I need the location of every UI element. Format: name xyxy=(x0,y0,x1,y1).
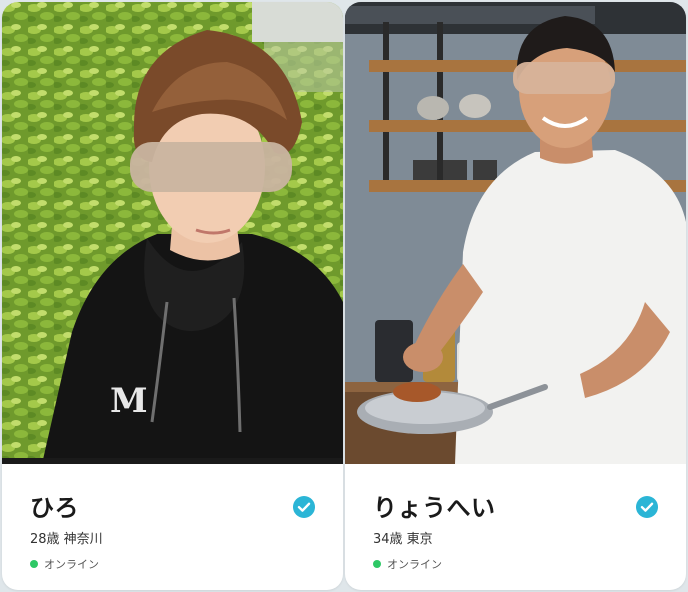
profile-photo[interactable]: M xyxy=(2,2,343,464)
profile-card[interactable]: りょうへい 34歳 東京 オンライン xyxy=(345,2,686,590)
profile-info: ひろ 28歳 神奈川 オンライン xyxy=(2,464,343,590)
svg-text:M: M xyxy=(110,381,148,421)
profile-card[interactable]: M ひろ 28歳 神奈川 オンライン xyxy=(2,2,343,590)
online-status: オンライン xyxy=(30,556,99,572)
verified-check-icon xyxy=(636,496,658,518)
online-status-label: オンライン xyxy=(387,558,442,571)
profile-grid: M ひろ 28歳 神奈川 オンライン りょうへい 34歳 東京 オンライン xyxy=(0,0,688,592)
online-dot-icon xyxy=(30,560,38,568)
online-dot-icon xyxy=(373,560,381,568)
online-status-label: オンライン xyxy=(44,558,99,571)
online-status: オンライン xyxy=(373,556,442,572)
profile-name: りょうへい xyxy=(373,494,496,522)
profile-info: りょうへい 34歳 東京 オンライン xyxy=(345,464,686,590)
profile-age-location: 28歳 神奈川 xyxy=(30,532,103,547)
profile-age-location: 34歳 東京 xyxy=(373,532,433,547)
profile-photo[interactable] xyxy=(345,2,686,464)
verified-check-icon xyxy=(293,496,315,518)
profile-name: ひろ xyxy=(30,494,79,522)
